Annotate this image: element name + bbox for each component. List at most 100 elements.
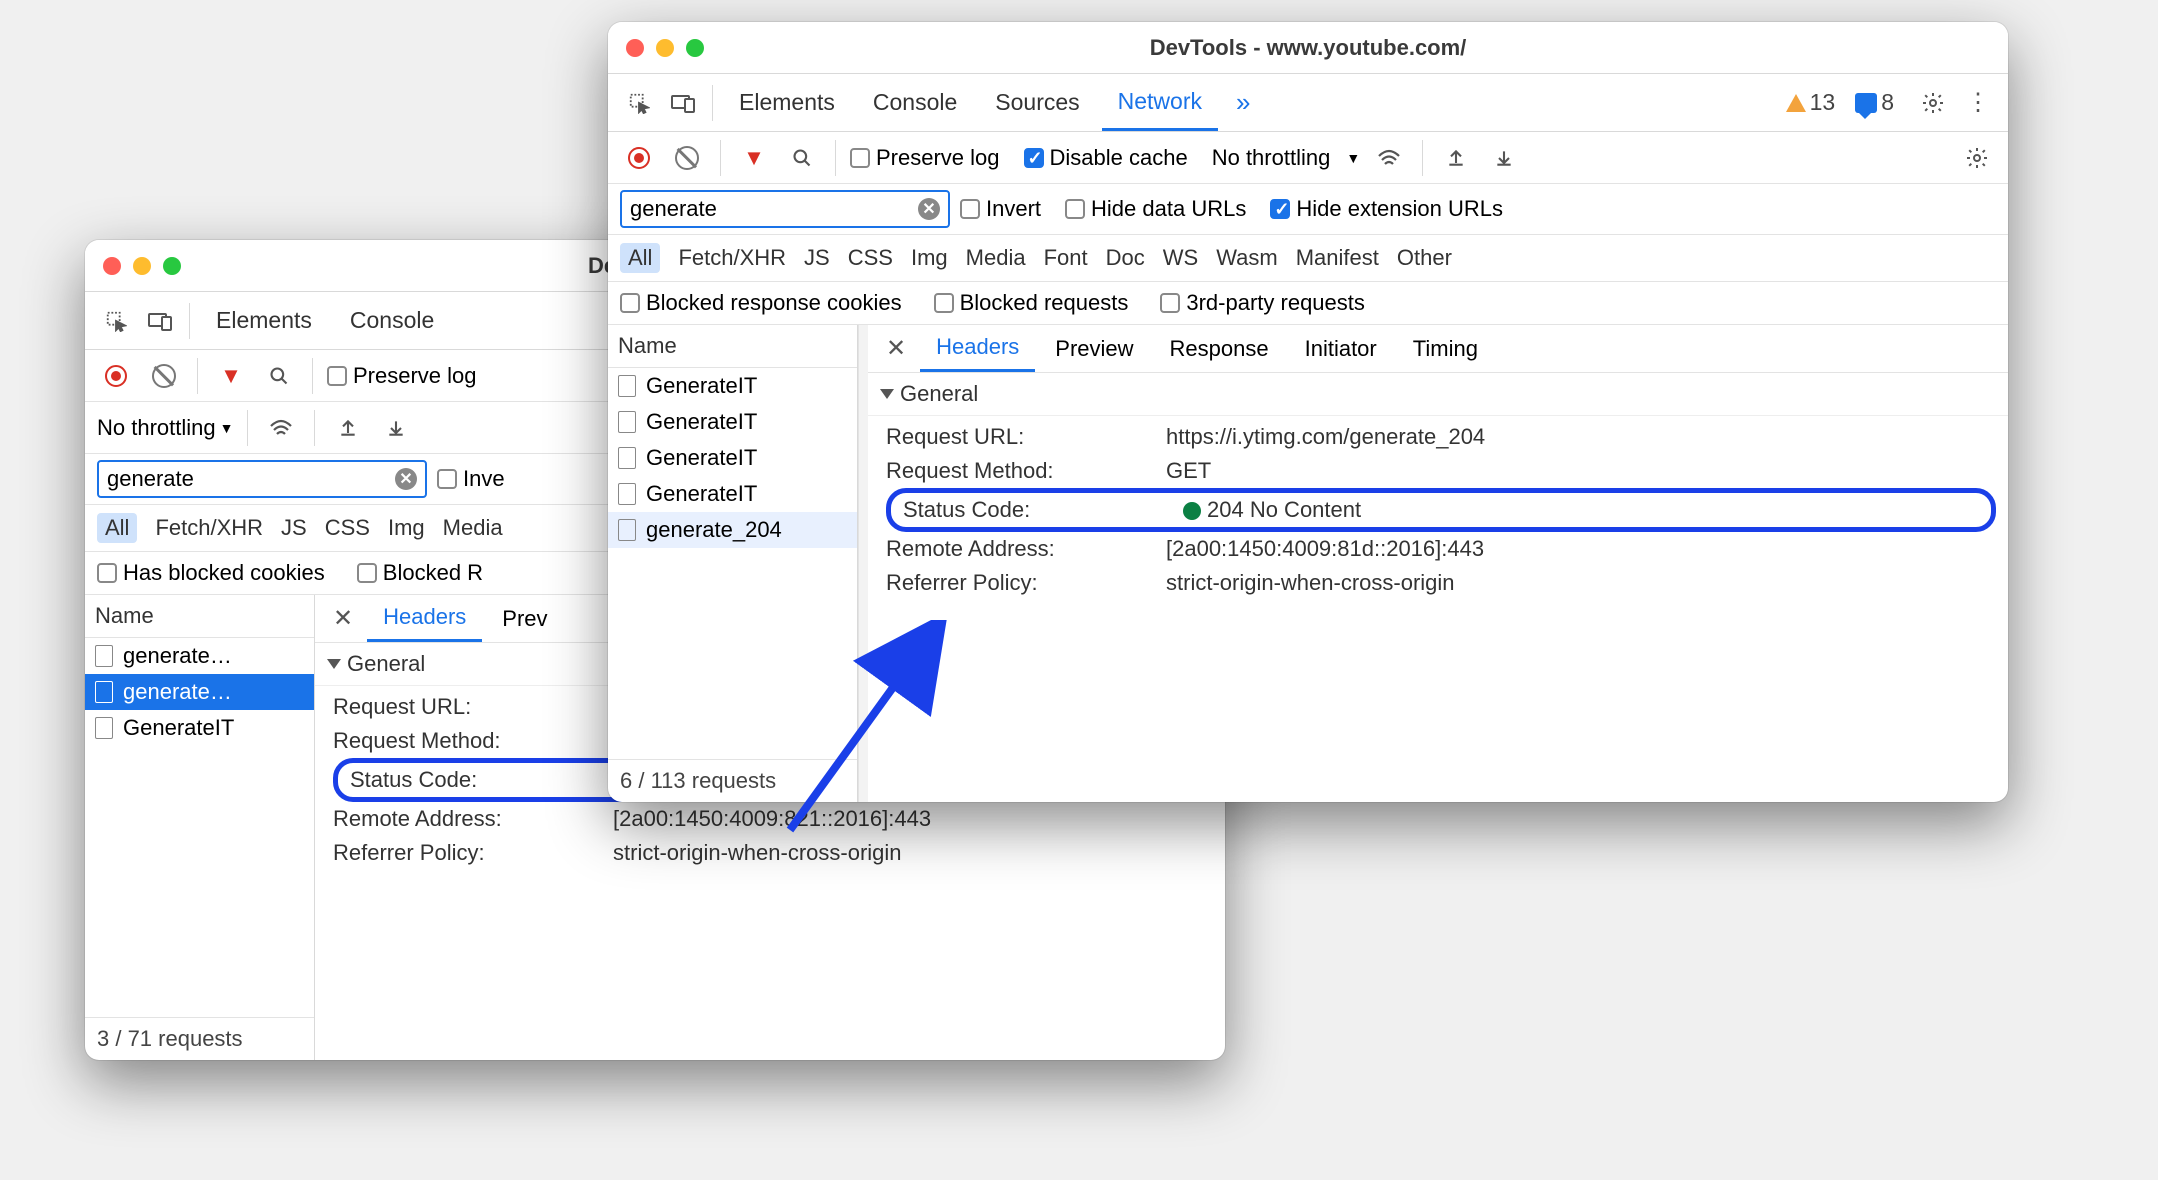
type-img[interactable]: Img — [911, 245, 948, 271]
window-title: DevTools - www.youtube.com/ — [608, 35, 2008, 61]
scrollbar[interactable] — [858, 325, 868, 802]
tab-console[interactable]: Console — [857, 74, 973, 131]
network-conditions-icon[interactable] — [262, 409, 300, 447]
tab-response[interactable]: Response — [1154, 325, 1285, 372]
blocked-requests-checkbox[interactable]: Blocked R — [357, 560, 483, 586]
filter-icon[interactable]: ▼ — [212, 357, 250, 395]
search-icon[interactable] — [260, 357, 298, 395]
settings-icon[interactable] — [1914, 84, 1952, 122]
document-icon — [618, 375, 636, 397]
name-column-header[interactable]: Name — [608, 325, 857, 368]
throttling-select[interactable]: No throttling ▼ — [97, 415, 233, 441]
request-row[interactable]: GenerateIT — [608, 368, 857, 404]
filter-input[interactable]: ✕ — [97, 460, 427, 498]
close-icon[interactable] — [626, 39, 644, 57]
inspect-icon[interactable] — [620, 84, 658, 122]
warnings-badge[interactable]: 13 — [1786, 89, 1836, 116]
request-row[interactable]: GenerateIT — [608, 476, 857, 512]
filter-input[interactable]: ✕ — [620, 190, 950, 228]
tab-sources[interactable]: Sources — [979, 74, 1095, 131]
preserve-log-checkbox[interactable]: Preserve log — [850, 145, 1000, 171]
close-icon[interactable] — [103, 257, 121, 275]
zoom-icon[interactable] — [163, 257, 181, 275]
preserve-log-checkbox[interactable]: Preserve log — [327, 363, 477, 389]
document-icon — [95, 717, 113, 739]
tab-headers[interactable]: Headers — [367, 595, 482, 642]
record-icon[interactable] — [97, 357, 135, 395]
tab-elements[interactable]: Elements — [723, 74, 851, 131]
throttling-select[interactable]: No throttling ▼ — [1212, 145, 1360, 171]
import-icon[interactable] — [1437, 139, 1475, 177]
tab-initiator[interactable]: Initiator — [1289, 325, 1393, 372]
type-ws[interactable]: WS — [1163, 245, 1198, 271]
request-row[interactable]: generate… — [85, 674, 314, 710]
request-row[interactable]: GenerateIT — [608, 440, 857, 476]
type-font[interactable]: Font — [1044, 245, 1088, 271]
clear-filter-icon[interactable]: ✕ — [918, 198, 940, 220]
invert-checkbox[interactable]: Invert — [960, 196, 1041, 222]
tab-console[interactable]: Console — [334, 292, 450, 349]
type-fetch[interactable]: Fetch/XHR — [155, 515, 263, 541]
minimize-icon[interactable] — [133, 257, 151, 275]
filter-icon[interactable]: ▼ — [735, 139, 773, 177]
type-doc[interactable]: Doc — [1106, 245, 1145, 271]
blocked-requests-checkbox[interactable]: Blocked requests — [934, 290, 1129, 316]
more-tabs-icon[interactable]: » — [1224, 87, 1262, 118]
device-toggle-icon[interactable] — [141, 302, 179, 340]
type-manifest[interactable]: Manifest — [1296, 245, 1379, 271]
document-icon — [618, 447, 636, 469]
search-icon[interactable] — [783, 139, 821, 177]
has-blocked-cookies-checkbox[interactable]: Has blocked cookies — [97, 560, 325, 586]
disable-cache-checkbox[interactable]: Disable cache — [1024, 145, 1188, 171]
hide-extension-urls-checkbox[interactable]: Hide extension URLs — [1270, 196, 1503, 222]
type-css[interactable]: CSS — [325, 515, 370, 541]
type-wasm[interactable]: Wasm — [1216, 245, 1278, 271]
close-detail-icon[interactable]: ✕ — [323, 604, 363, 633]
export-icon[interactable] — [1485, 139, 1523, 177]
type-all[interactable]: All — [97, 513, 137, 543]
tab-preview[interactable]: Prev — [486, 595, 563, 642]
general-section[interactable]: General — [868, 373, 2008, 416]
type-img[interactable]: Img — [388, 515, 425, 541]
minimize-icon[interactable] — [656, 39, 674, 57]
tab-headers[interactable]: Headers — [920, 325, 1035, 372]
request-row[interactable]: GenerateIT — [85, 710, 314, 746]
export-icon[interactable] — [377, 409, 415, 447]
request-count: 6 / 113 requests — [608, 759, 857, 802]
type-other[interactable]: Other — [1397, 245, 1452, 271]
blocked-response-cookies-checkbox[interactable]: Blocked response cookies — [620, 290, 902, 316]
more-menu-icon[interactable]: ⋮ — [1958, 84, 1996, 122]
devtools-window-front: DevTools - www.youtube.com/ Elements Con… — [608, 22, 2008, 802]
network-settings-icon[interactable] — [1958, 139, 1996, 177]
invert-checkbox[interactable]: Inve — [437, 466, 505, 492]
hide-data-urls-checkbox[interactable]: Hide data URLs — [1065, 196, 1246, 222]
request-row[interactable]: generate_204 — [608, 512, 857, 548]
device-toggle-icon[interactable] — [664, 84, 702, 122]
third-party-checkbox[interactable]: 3rd-party requests — [1160, 290, 1365, 316]
clear-filter-icon[interactable]: ✕ — [395, 468, 417, 490]
close-detail-icon[interactable]: ✕ — [876, 334, 916, 363]
zoom-icon[interactable] — [686, 39, 704, 57]
type-media[interactable]: Media — [966, 245, 1026, 271]
inspect-icon[interactable] — [97, 302, 135, 340]
type-fetch[interactable]: Fetch/XHR — [678, 245, 786, 271]
type-css[interactable]: CSS — [848, 245, 893, 271]
network-conditions-icon[interactable] — [1370, 139, 1408, 177]
clear-icon[interactable] — [668, 139, 706, 177]
tab-timing[interactable]: Timing — [1397, 325, 1494, 372]
record-icon[interactable] — [620, 139, 658, 177]
tab-elements[interactable]: Elements — [200, 292, 328, 349]
document-icon — [618, 411, 636, 433]
messages-badge[interactable]: 8 — [1855, 89, 1894, 116]
import-icon[interactable] — [329, 409, 367, 447]
tab-network[interactable]: Network — [1102, 74, 1218, 131]
request-row[interactable]: generate… — [85, 638, 314, 674]
tab-preview[interactable]: Preview — [1039, 325, 1149, 372]
type-media[interactable]: Media — [443, 515, 503, 541]
request-row[interactable]: GenerateIT — [608, 404, 857, 440]
type-all[interactable]: All — [620, 243, 660, 273]
name-column-header[interactable]: Name — [85, 595, 314, 638]
type-js[interactable]: JS — [281, 515, 307, 541]
clear-icon[interactable] — [145, 357, 183, 395]
type-js[interactable]: JS — [804, 245, 830, 271]
